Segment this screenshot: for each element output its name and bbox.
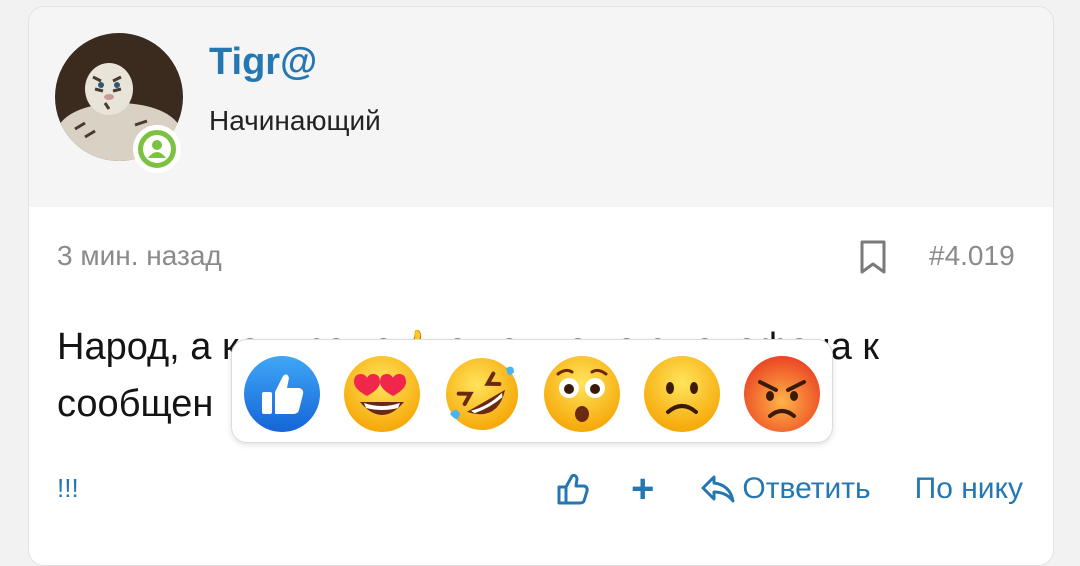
username-link[interactable]: Tigr@	[209, 41, 317, 84]
angry-icon	[744, 356, 820, 432]
post-card: Tigr@ Начинающий 3 мин. назад #4.019 Нар…	[28, 6, 1054, 566]
reply-button[interactable]: Ответить	[700, 472, 871, 506]
online-status-badge	[133, 125, 181, 173]
frown-icon	[644, 356, 720, 432]
bookmark-icon[interactable]	[857, 239, 889, 275]
report-link[interactable]: !!!	[57, 473, 79, 504]
message-text-1: Народ, а	[57, 326, 222, 368]
rofl-reaction[interactable]	[442, 354, 522, 434]
flushed-reaction[interactable]	[542, 354, 622, 434]
heart-eyes-icon	[344, 356, 420, 432]
like-reaction[interactable]	[242, 354, 322, 434]
reply-label: Ответить	[742, 472, 871, 505]
post-time[interactable]: 3 мин. назад	[57, 240, 222, 272]
angry-reaction[interactable]	[742, 354, 822, 434]
reaction-picker	[231, 339, 833, 443]
like-icon	[244, 356, 320, 432]
like-button[interactable]	[555, 471, 591, 507]
post-number-link[interactable]: #4.019	[929, 240, 1015, 272]
user-icon	[143, 135, 171, 163]
post-actions: + Ответить По нику	[555, 467, 1023, 512]
user-rank: Начинающий	[209, 105, 381, 136]
thumbs-up-outline-icon	[557, 473, 589, 505]
heart-eyes-reaction[interactable]	[342, 354, 422, 434]
post-author-header: Tigr@ Начинающий	[29, 7, 1053, 207]
frown-reaction[interactable]	[642, 354, 722, 434]
quote-by-nick-button[interactable]: По нику	[915, 472, 1023, 506]
flushed-icon	[544, 356, 620, 432]
message-text-4: сообщен	[57, 383, 214, 425]
reply-arrow-icon	[701, 475, 735, 503]
add-reaction-button[interactable]: +	[631, 467, 654, 512]
rofl-icon	[446, 358, 518, 430]
